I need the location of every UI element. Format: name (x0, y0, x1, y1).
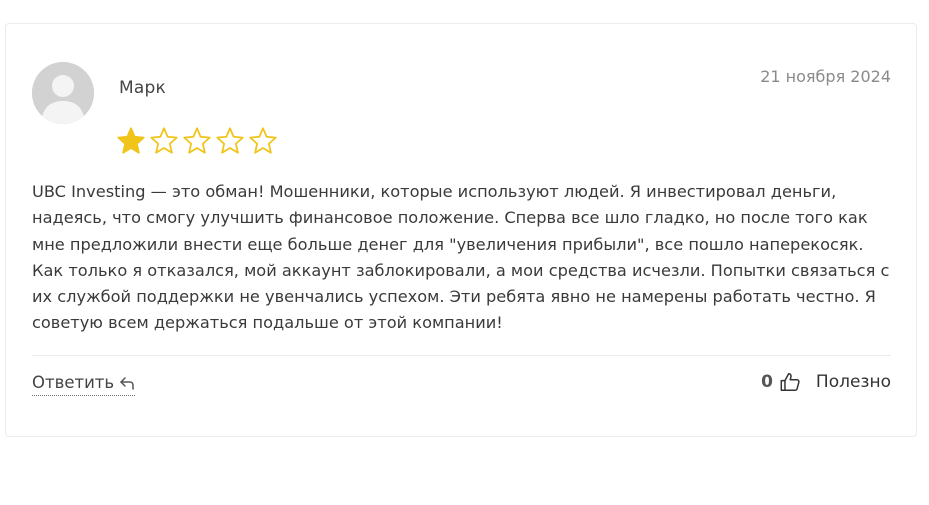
helpful-button[interactable]: Полезно (816, 372, 891, 392)
review-date: 21 ноября 2024 (760, 67, 891, 86)
star-filled-icon (117, 127, 145, 154)
review-card: Марк 21 ноября 2024 UBC Investing — это … (5, 23, 917, 437)
reply-label: Ответить (32, 373, 115, 392)
divider (32, 355, 891, 356)
star-outline-icon (249, 127, 277, 154)
helpful-section: 0 Полезно (761, 371, 891, 393)
review-text: UBC Investing — это обман! Мошенники, ко… (32, 182, 890, 333)
avatar (32, 62, 94, 124)
thumbs-up-icon[interactable] (779, 371, 801, 393)
star-outline-icon (150, 127, 178, 154)
author-name: Марк (119, 78, 166, 98)
helpful-count: 0 (761, 372, 773, 392)
reply-link[interactable]: Ответить (32, 373, 136, 396)
star-outline-icon (216, 127, 244, 154)
star-outline-icon (183, 127, 211, 154)
user-placeholder-icon (32, 62, 94, 124)
star-rating (116, 126, 278, 156)
reply-arrow-icon (120, 376, 134, 390)
